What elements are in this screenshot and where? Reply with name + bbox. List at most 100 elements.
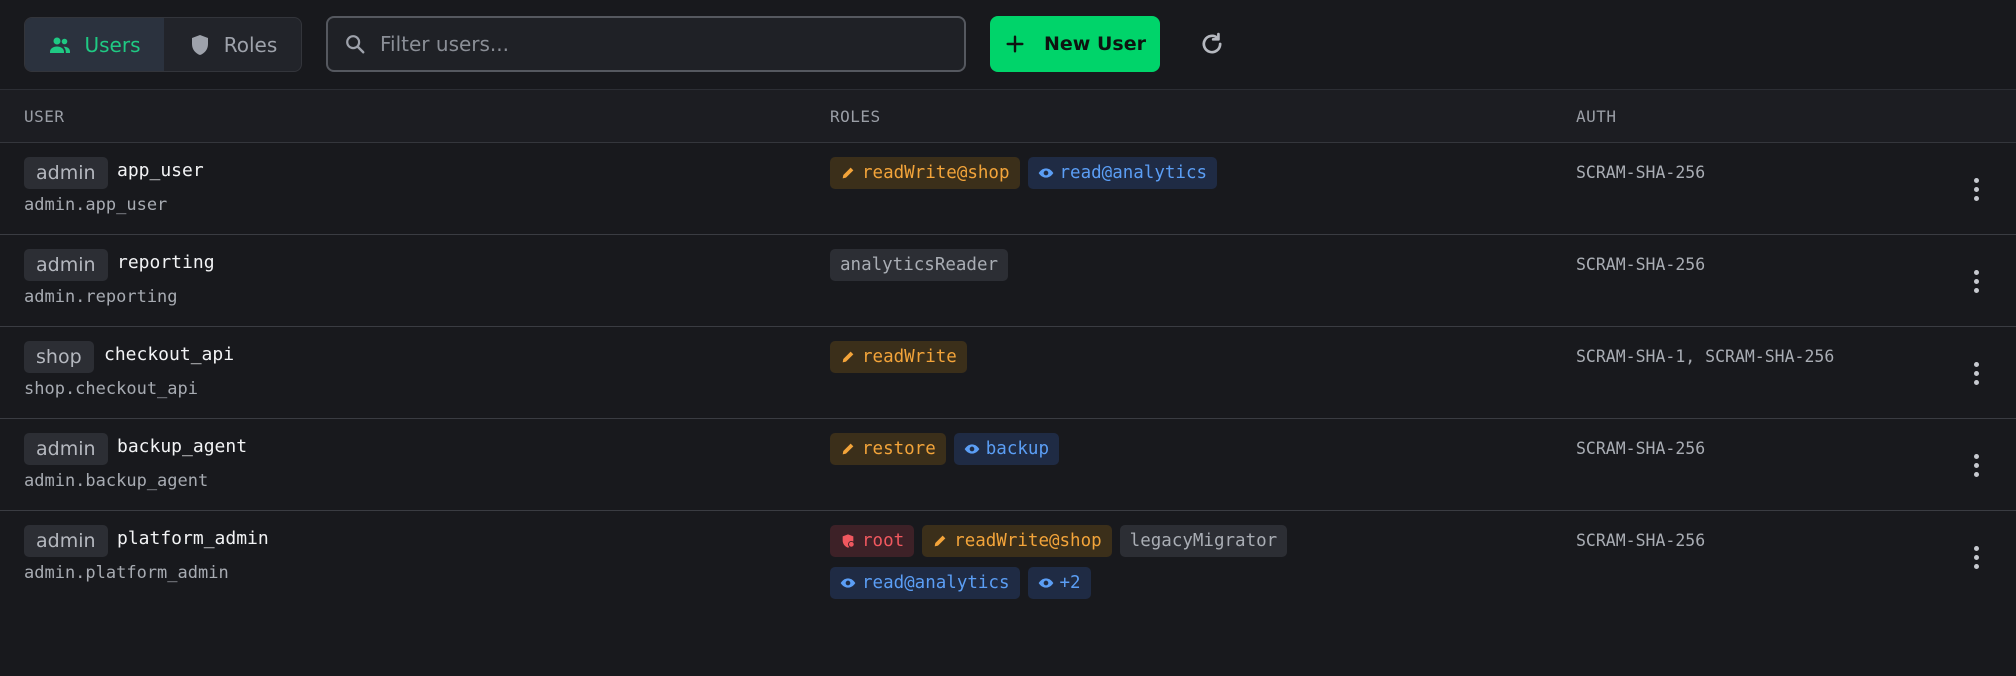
role-chip[interactable]: readWrite [830,341,967,373]
row-actions-menu-button[interactable] [1962,537,1990,577]
table-header: USER ROLES AUTH [0,89,2016,143]
users-icon [50,37,71,53]
refresh-button[interactable] [1196,28,1228,60]
search-input[interactable] [380,32,940,56]
auth-mechanisms: SCRAM-SHA-256 [1576,439,1706,458]
user-name: reporting [117,252,215,273]
tab-users[interactable]: Users [25,18,164,71]
search-box [326,16,966,72]
role-label: readWrite [862,347,957,367]
user-name: platform_admin [117,528,269,549]
role-label: read@analytics [1059,163,1208,183]
user-qualified-name: shop.checkout_api [24,379,198,399]
search-icon [346,35,365,54]
kebab-dot [1973,554,1979,560]
column-header-auth: AUTH [1576,107,1617,126]
role-chip[interactable]: readWrite@shop [922,525,1112,557]
pencil-icon [842,167,854,179]
roles-list: restore backup [830,433,1350,465]
table-row[interactable]: admin platform_admin admin.platform_admi… [0,511,2016,676]
auth-mechanisms: SCRAM-SHA-1, SCRAM-SHA-256 [1576,347,1835,366]
role-label: backup [985,439,1049,459]
row-actions-menu-button[interactable] [1962,169,1990,209]
shield-icon [191,34,208,55]
role-label: root [862,531,905,551]
pencil-icon [842,443,854,455]
kebab-dot [1973,177,1979,183]
eye-icon [840,578,856,588]
role-chip[interactable]: backup [953,433,1059,465]
role-chip[interactable]: +2 [1027,567,1091,599]
kebab-dot [1973,278,1979,284]
roles-list: analyticsReader [830,249,1350,281]
user-name: backup_agent [117,436,248,457]
toolbar: Users Roles New User [0,0,2016,89]
pencil-icon [934,535,946,547]
role-chip[interactable]: restore [830,433,946,465]
pencil-icon [842,351,854,363]
auth-mechanisms: SCRAM-SHA-256 [1576,163,1706,182]
kebab-dot [1973,186,1979,192]
row-actions-menu-button[interactable] [1962,445,1990,485]
tab-roles-label: Roles [223,32,278,57]
table-row[interactable]: shop checkout_api shop.checkout_api read… [0,327,2016,419]
eye-icon [964,444,980,454]
user-name: checkout_api [104,344,235,365]
user-qualified-name: admin.app_user [24,195,168,215]
role-chip[interactable]: root [830,525,915,557]
role-chip[interactable]: analyticsReader [830,249,1009,281]
refresh-icon [1202,32,1222,54]
database-badge: admin [24,249,108,281]
table-row[interactable]: admin backup_agent admin.backup_agent re… [0,419,2016,511]
role-label: +2 [1059,573,1081,593]
kebab-dot [1973,269,1979,275]
roles-list: readWrite [830,341,1350,373]
kebab-dot [1973,462,1979,468]
kebab-dot [1973,545,1979,551]
role-label: analyticsReader [840,255,999,275]
kebab-dot [1973,379,1979,385]
role-chip[interactable]: read@analytics [1027,157,1218,189]
view-switcher: Users Roles [24,17,302,72]
database-badge: shop [24,341,94,373]
new-user-button[interactable]: New User [990,16,1160,72]
role-chip[interactable]: readWrite@shop [830,157,1020,189]
plus-icon [1006,35,1024,53]
auth-mechanisms: SCRAM-SHA-256 [1576,531,1706,550]
eye-icon [1038,168,1053,178]
column-header-roles: ROLES [830,107,881,126]
shield-alert-icon [842,534,855,548]
kebab-dot [1973,471,1979,477]
role-label: readWrite@shop [954,531,1102,551]
user-qualified-name: admin.backup_agent [24,471,209,491]
table-row[interactable]: admin app_user admin.app_user readWrite@… [0,143,2016,235]
kebab-dot [1973,563,1979,569]
roles-list: root readWrite@shop legacyMigrator read@ana… [830,525,1350,599]
kebab-dot [1973,361,1979,367]
role-label: read@analytics [862,573,1010,593]
roles-list: readWrite@shop read@analytics [830,157,1350,189]
role-label: restore [862,439,936,459]
database-badge: admin [24,433,108,465]
eye-icon [1038,578,1053,588]
column-header-user: USER [24,107,65,126]
role-label: legacyMigrator [1129,531,1278,551]
tab-roles[interactable]: Roles [164,18,301,71]
kebab-dot [1973,287,1979,293]
role-chip[interactable]: read@analytics [830,567,1020,599]
new-user-label: New User [1044,33,1146,55]
role-label: readWrite@shop [862,163,1010,183]
kebab-dot [1973,370,1979,376]
row-actions-menu-button[interactable] [1962,261,1990,301]
user-qualified-name: admin.reporting [24,287,178,307]
auth-mechanisms: SCRAM-SHA-256 [1576,255,1706,274]
role-chip[interactable]: legacyMigrator [1119,525,1288,557]
tab-users-label: Users [84,32,141,57]
table-row[interactable]: admin reporting admin.reporting analytic… [0,235,2016,327]
row-actions-menu-button[interactable] [1962,353,1990,393]
kebab-dot [1973,453,1979,459]
database-badge: admin [24,157,108,189]
database-badge: admin [24,525,108,557]
user-qualified-name: admin.platform_admin [24,563,229,583]
kebab-dot [1973,195,1979,201]
